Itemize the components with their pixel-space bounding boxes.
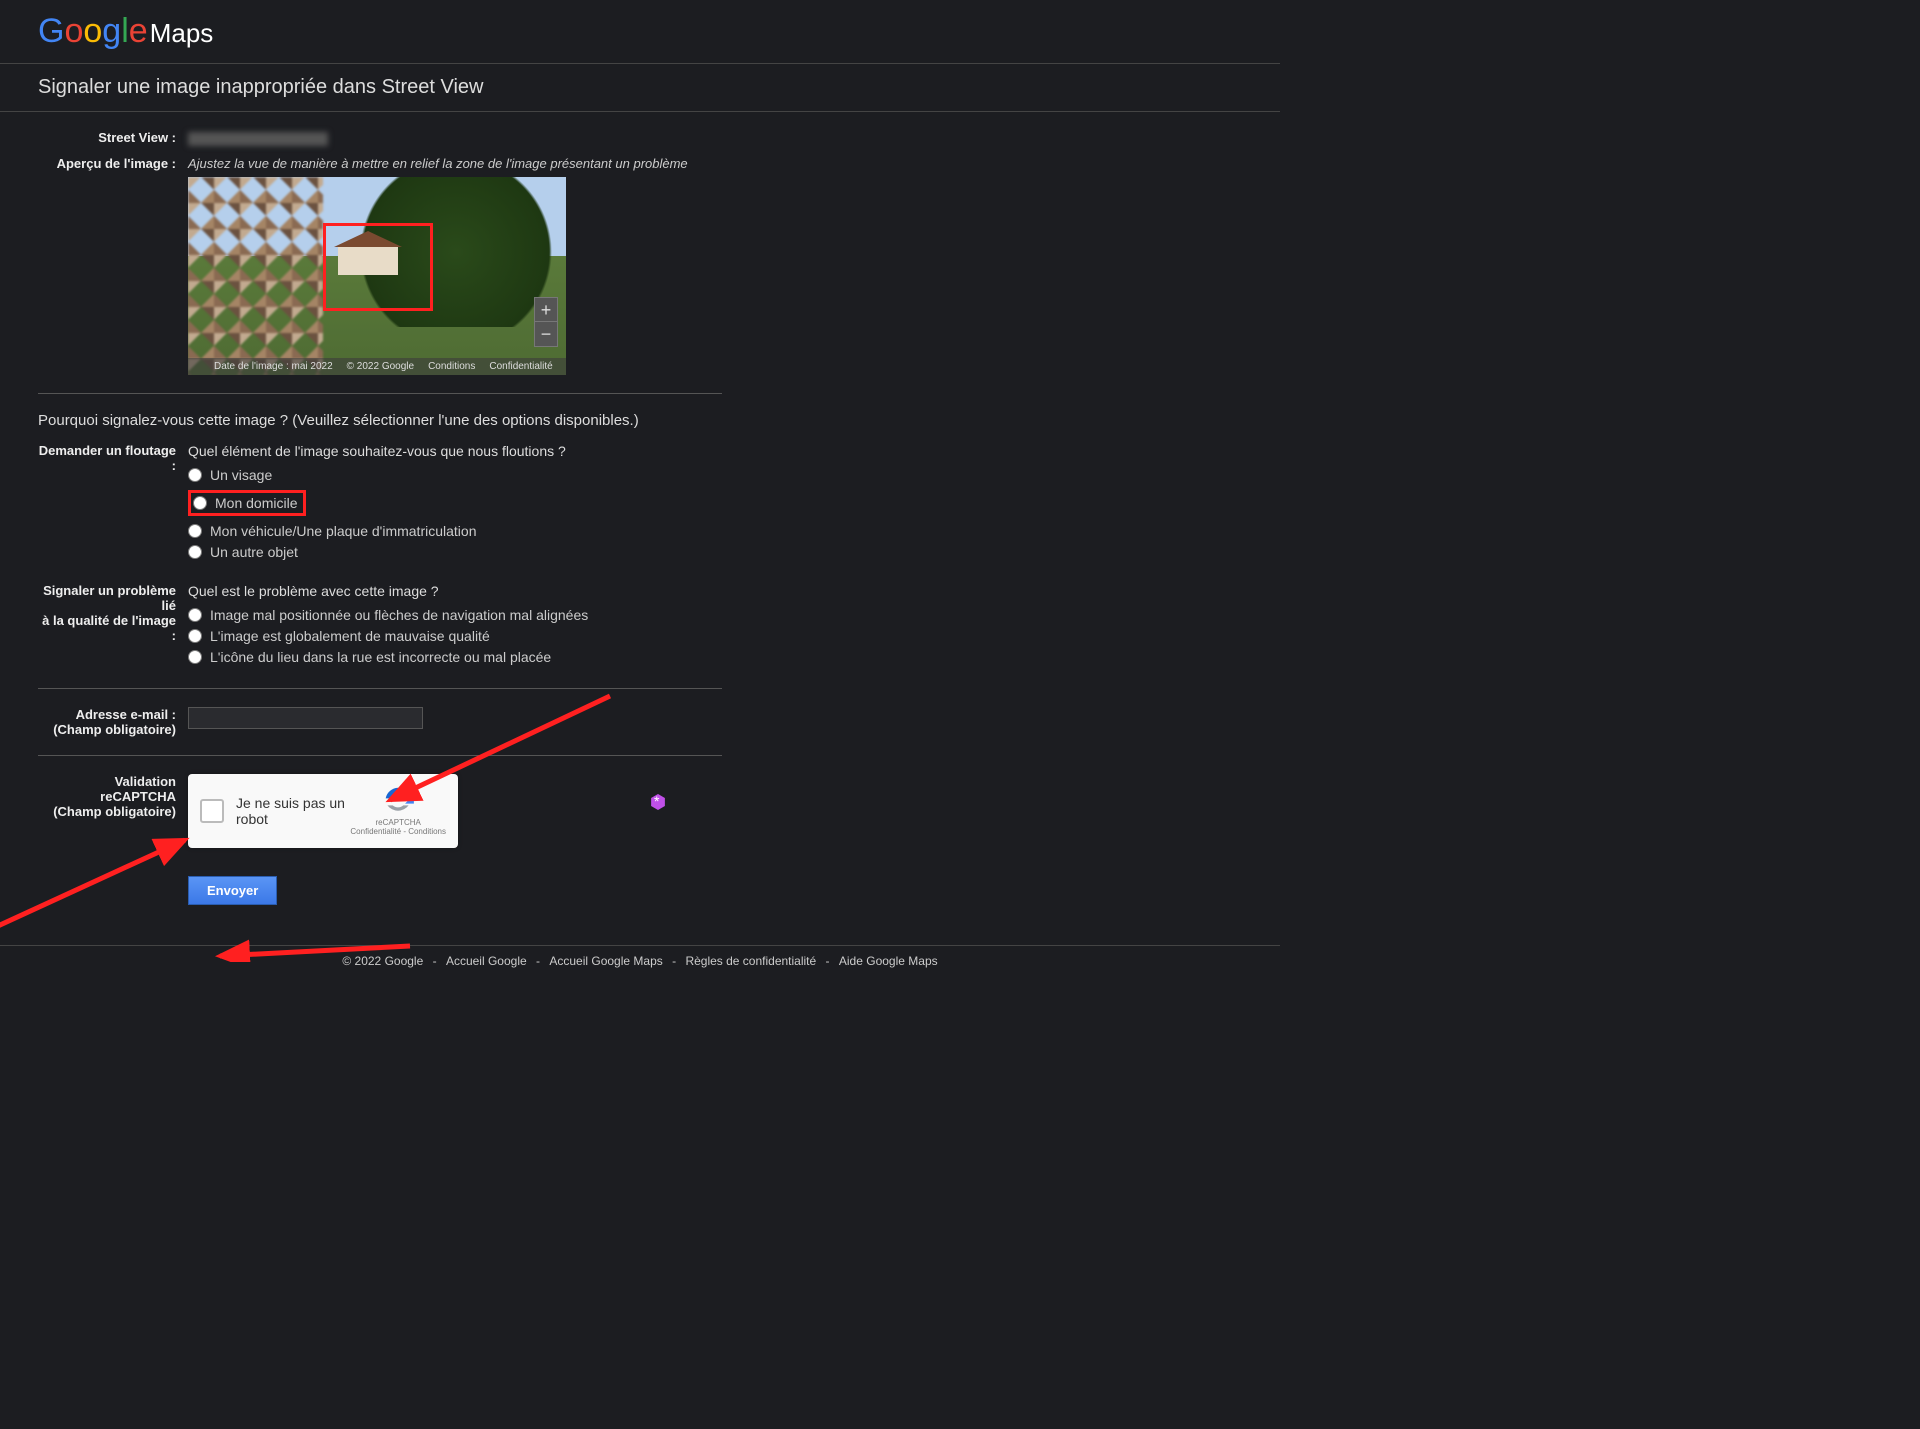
preview-label: Aperçu de l'image :	[38, 156, 188, 375]
radio-misaligned[interactable]	[188, 608, 202, 622]
separator	[38, 393, 722, 394]
email-field[interactable]	[188, 707, 423, 729]
quality-label: Signaler un problème lié à la qualité de…	[38, 583, 188, 670]
why-question: Pourquoi signalez-vous cette image ? (Ve…	[38, 412, 722, 429]
footer-link-maps[interactable]: Accueil Google Maps	[549, 954, 662, 968]
radio-misaligned-label[interactable]: Image mal positionnée ou flèches de navi…	[210, 607, 588, 623]
radio-vehicle-label[interactable]: Mon véhicule/Une plaque d'immatriculatio…	[210, 523, 476, 539]
radio-wrong-icon[interactable]	[188, 650, 202, 664]
street-view-label: Street View :	[38, 130, 188, 146]
image-date: Date de l'image : mai 2022	[214, 361, 333, 372]
radio-face-label[interactable]: Un visage	[210, 467, 272, 483]
recaptcha-icon	[380, 786, 416, 816]
submit-button[interactable]: Envoyer	[188, 876, 277, 905]
radio-home-label[interactable]: Mon domicile	[215, 495, 297, 511]
page-title: Signaler une image inappropriée dans Str…	[0, 64, 1280, 112]
separator	[38, 688, 722, 689]
captcha-label: Validation reCAPTCHA (Champ obligatoire)	[38, 774, 188, 848]
image-copyright: © 2022 Google	[347, 361, 414, 372]
radio-other[interactable]	[188, 545, 202, 559]
footer-link-privacy[interactable]: Règles de confidentialité	[685, 954, 816, 968]
image-preview[interactable]: + − Date de l'image : mai 2022 © 2022 Go…	[188, 177, 566, 375]
footer-copyright: © 2022 Google	[342, 954, 423, 968]
zoom-in-button[interactable]: +	[535, 298, 557, 322]
image-footer: Date de l'image : mai 2022 © 2022 Google…	[188, 358, 566, 375]
quality-question: Quel est le problème avec cette image ?	[188, 583, 722, 599]
redacted-address	[188, 132, 328, 146]
radio-home[interactable]	[193, 496, 207, 510]
recaptcha-brand: reCAPTCHA	[350, 818, 446, 827]
recaptcha-widget: Je ne suis pas un robot reCAPTCHA Confid…	[188, 774, 458, 848]
radio-wrong-icon-label[interactable]: L'icône du lieu dans la rue est incorrec…	[210, 649, 551, 665]
preview-hint: Ajustez la vue de manière à mettre en re…	[188, 156, 722, 171]
blur-label: Demander un floutage :	[38, 443, 188, 565]
image-privacy-link[interactable]: Confidentialité	[489, 361, 552, 372]
highlighted-option: Mon domicile	[188, 490, 306, 516]
recaptcha-text: Je ne suis pas un robot	[236, 795, 350, 827]
zoom-out-button[interactable]: −	[535, 322, 557, 346]
form-content: Street View : Aperçu de l'image : Ajuste…	[0, 112, 760, 945]
zoom-control: + −	[534, 297, 558, 347]
radio-bad-quality-label[interactable]: L'image est globalement de mauvaise qual…	[210, 628, 490, 644]
email-label: Adresse e-mail : (Champ obligatoire)	[38, 707, 188, 737]
street-view-value	[188, 130, 722, 146]
recaptcha-legal[interactable]: Confidentialité - Conditions	[350, 827, 446, 836]
footer-link-google[interactable]: Accueil Google	[446, 954, 527, 968]
radio-bad-quality[interactable]	[188, 629, 202, 643]
selection-box[interactable]	[323, 223, 433, 311]
footer: © 2022 Google - Accueil Google - Accueil…	[0, 945, 1280, 988]
footer-link-help[interactable]: Aide Google Maps	[839, 954, 938, 968]
header: Google Maps	[0, 0, 1280, 64]
separator	[38, 755, 722, 756]
radio-other-label[interactable]: Un autre objet	[210, 544, 298, 560]
radio-vehicle[interactable]	[188, 524, 202, 538]
radio-face[interactable]	[188, 468, 202, 482]
recaptcha-checkbox[interactable]	[200, 799, 224, 823]
maps-text: Maps	[150, 18, 214, 49]
image-conditions-link[interactable]: Conditions	[428, 361, 475, 372]
blur-question: Quel élément de l'image souhaitez-vous q…	[188, 443, 722, 459]
google-maps-logo: Google Maps	[38, 12, 1242, 51]
